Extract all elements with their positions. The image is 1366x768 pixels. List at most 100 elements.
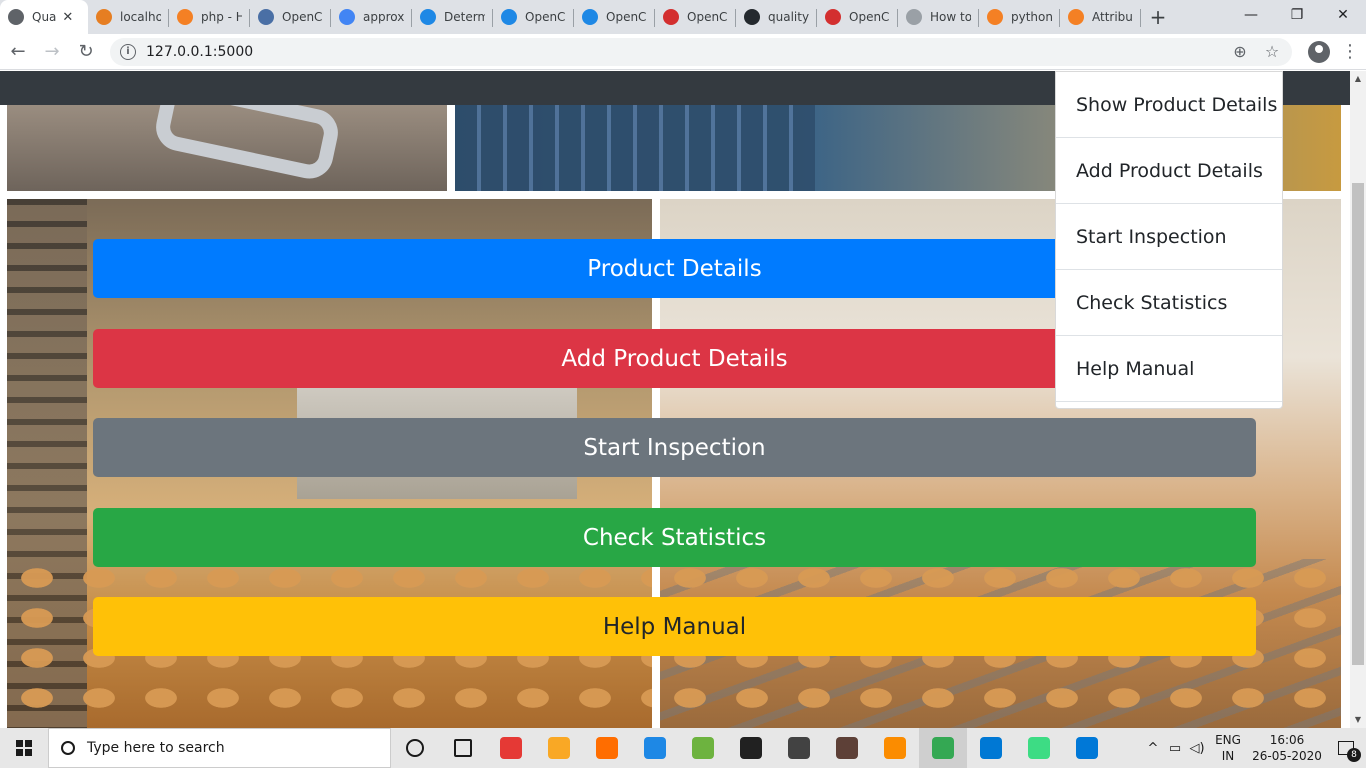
dropdown-item-help-manual[interactable]: Help Manual: [1056, 336, 1282, 402]
check-statistics-button[interactable]: Check Statistics: [93, 508, 1256, 567]
navbar-dropdown-menu: Show Product Details Add Product Details…: [1055, 71, 1283, 409]
browser-tab[interactable]: quality-: [736, 0, 817, 34]
system-tray: ^ ▭ ◁) ENG IN 16:06 26-05-2020 8: [1142, 728, 1366, 768]
url-text[interactable]: 127.0.0.1:5000: [146, 44, 253, 60]
browser-tab[interactable]: How to: [898, 0, 979, 34]
start-inspection-button[interactable]: Start Inspection: [93, 418, 1256, 477]
minimize-button[interactable]: —: [1228, 0, 1274, 30]
browser-tab[interactable]: Attribut: [1060, 0, 1141, 34]
system-clock[interactable]: 16:06 26-05-2020: [1248, 732, 1326, 764]
window-controls: — ❐ ✕: [1228, 0, 1366, 30]
search-placeholder: Type here to search: [87, 740, 225, 756]
action-center-button[interactable]: 8: [1326, 741, 1366, 762]
site-info-icon[interactable]: i: [120, 43, 136, 60]
opencv-icon: [663, 9, 679, 25]
volume-icon[interactable]: ◁): [1186, 741, 1208, 756]
opencv-icon: [258, 9, 274, 25]
stackoverflow-icon: [987, 9, 1003, 25]
chrome-icon[interactable]: [919, 728, 967, 768]
network-icon[interactable]: ▭: [1164, 741, 1186, 756]
pyimagesearch-icon: [420, 9, 436, 25]
page-scrollbar[interactable]: ▲ ▼: [1350, 71, 1366, 728]
firefox-icon[interactable]: [583, 728, 631, 768]
edge-icon[interactable]: [1063, 728, 1111, 768]
tab-title: OpenC: [282, 10, 323, 24]
dropdown-item-start-inspection[interactable]: Start Inspection: [1056, 204, 1282, 270]
stackoverflow-icon: [177, 9, 193, 25]
browser-tab[interactable]: python: [979, 0, 1060, 34]
browser-tab-strip: Qua ✕ localho php - H OpenC approxi Determ Open…: [0, 0, 1366, 34]
browser-tab[interactable]: OpenC: [493, 0, 574, 34]
task-manager-icon[interactable]: [439, 728, 487, 768]
windows-logo-icon: [16, 740, 32, 756]
forward-button[interactable]: →: [36, 36, 68, 68]
browser-tab[interactable]: Qua ✕: [0, 0, 88, 34]
close-window-button[interactable]: ✕: [1320, 0, 1366, 30]
tab-title: OpenC: [687, 10, 728, 24]
help-manual-button[interactable]: Help Manual: [93, 597, 1256, 656]
virtualbox-icon[interactable]: [823, 728, 871, 768]
tab-title: How to: [930, 10, 971, 24]
xampp-icon[interactable]: [871, 728, 919, 768]
google-icon: [339, 9, 355, 25]
browser-tab[interactable]: OpenC: [817, 0, 898, 34]
new-tab-button[interactable]: +: [1141, 0, 1175, 34]
browser-tab[interactable]: OpenC: [655, 0, 736, 34]
clock-date: 26-05-2020: [1252, 749, 1322, 763]
network-icon[interactable]: [775, 728, 823, 768]
language-region: IN: [1221, 749, 1235, 763]
address-bar[interactable]: i 127.0.0.1:5000 ⊕ ☆: [110, 37, 1292, 66]
file-explorer-icon[interactable]: [535, 728, 583, 768]
github-icon: [744, 9, 760, 25]
media-icon[interactable]: [487, 728, 535, 768]
browser-tab[interactable]: Determ: [412, 0, 493, 34]
vscode-icon[interactable]: [967, 728, 1015, 768]
windows-taskbar: Type here to search ^ ▭ ◁) ENG IN 16:06 …: [0, 728, 1366, 768]
android-studio-icon[interactable]: [1015, 728, 1063, 768]
scroll-down-arrow-icon[interactable]: ▼: [1350, 712, 1366, 728]
factory-photo-top-left: [7, 105, 447, 191]
tab-title: Attribut: [1092, 10, 1133, 24]
profile-avatar-icon[interactable]: [1308, 40, 1330, 63]
clock-time: 16:06: [1269, 733, 1305, 747]
stackoverflow-icon: [1068, 9, 1084, 25]
scrollbar-thumb[interactable]: [1352, 183, 1364, 665]
tab-title: python: [1011, 10, 1052, 24]
phpmyadmin-icon: [96, 9, 112, 25]
browser-tab[interactable]: php - H: [169, 0, 250, 34]
tab-title: OpenC: [849, 10, 890, 24]
dropdown-item-check-statistics[interactable]: Check Statistics: [1056, 270, 1282, 336]
start-button[interactable]: [0, 728, 48, 768]
task-view-icon[interactable]: [391, 728, 439, 768]
input-language[interactable]: ENG IN: [1208, 732, 1248, 764]
reload-button[interactable]: ↻: [70, 36, 102, 68]
safari-icon[interactable]: [631, 728, 679, 768]
opencv-icon: [825, 9, 841, 25]
generic-icon: [906, 9, 922, 25]
close-tab-icon[interactable]: ✕: [62, 10, 73, 25]
page-viewport: Product Details Add Product Details Star…: [0, 71, 1350, 728]
bookmark-star-icon[interactable]: ☆: [1256, 42, 1288, 61]
back-button[interactable]: ←: [2, 36, 34, 68]
browser-tab[interactable]: OpenC: [250, 0, 331, 34]
tab-title: approxi: [363, 10, 404, 24]
tab-title: OpenC: [606, 10, 647, 24]
browser-tab[interactable]: OpenC: [574, 0, 655, 34]
maximize-button[interactable]: ❐: [1274, 0, 1320, 30]
browser-tab[interactable]: localho: [88, 0, 169, 34]
notification-count-badge: 8: [1347, 748, 1361, 762]
scroll-up-arrow-icon[interactable]: ▲: [1350, 71, 1366, 87]
zoom-icon[interactable]: ⊕: [1224, 42, 1256, 61]
tab-title: OpenC: [525, 10, 566, 24]
dropdown-item-add-product-details[interactable]: Add Product Details: [1056, 138, 1282, 204]
browser-menu-icon[interactable]: ⋮: [1338, 41, 1362, 62]
spring-icon[interactable]: [679, 728, 727, 768]
browser-tab[interactable]: approxi: [331, 0, 412, 34]
tab-title: localho: [120, 10, 161, 24]
browser-toolbar: ← → ↻ i 127.0.0.1:5000 ⊕ ☆ ⋮: [0, 34, 1366, 70]
tray-overflow-icon[interactable]: ^: [1142, 741, 1164, 756]
dropdown-item-show-product-details[interactable]: Show Product Details: [1056, 72, 1282, 138]
terminal-icon[interactable]: [727, 728, 775, 768]
taskbar-search-box[interactable]: Type here to search: [48, 728, 391, 768]
pyimagesearch-icon: [501, 9, 517, 25]
